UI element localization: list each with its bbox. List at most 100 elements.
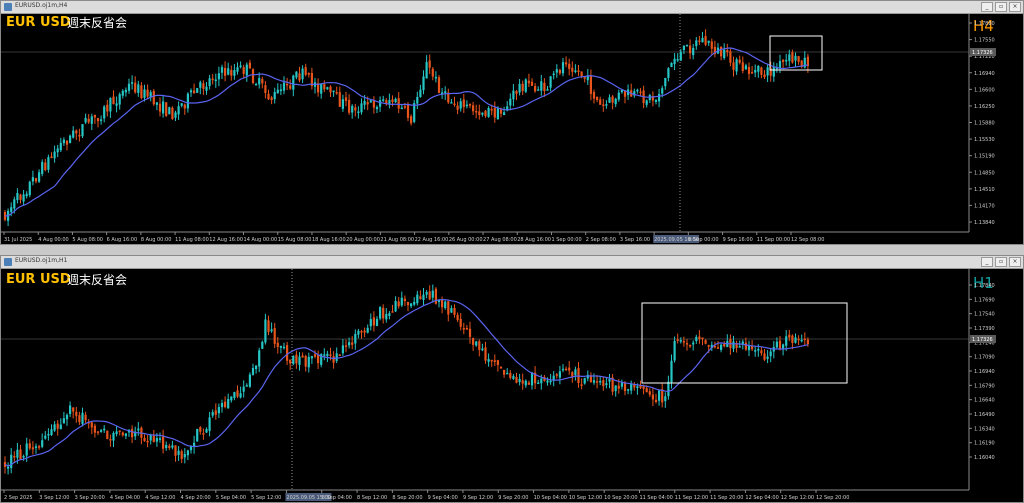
candle-body xyxy=(264,85,267,93)
candle-body xyxy=(645,388,648,393)
candle-body xyxy=(140,85,143,99)
time-tick-label: 11 Aug 08:00 xyxy=(175,237,209,243)
candle-body xyxy=(521,83,524,92)
candle-body xyxy=(372,100,375,108)
candle-body xyxy=(273,328,276,344)
close-button[interactable]: × xyxy=(1009,257,1021,267)
price-tick-label: 1.16940 xyxy=(974,369,995,375)
candle-body xyxy=(416,294,419,304)
candle-body xyxy=(208,78,211,87)
candle-body xyxy=(124,433,127,436)
candle-body xyxy=(462,99,465,108)
candle-body xyxy=(726,50,729,53)
candle-body xyxy=(295,71,298,78)
window-titlebar[interactable]: EURUSD.oj1m,H1 _ ▫ × xyxy=(1,256,1023,269)
price-axis[interactable]: 1.178401.176901.175401.173901.172401.170… xyxy=(969,283,996,461)
candle-body xyxy=(65,414,69,420)
candle-body xyxy=(496,360,499,365)
minimize-button[interactable]: _ xyxy=(981,257,993,267)
candle-body xyxy=(627,389,630,391)
candle-body xyxy=(363,100,366,105)
time-axis[interactable]: 2 Sep 2025 3 Sep 12:00 3 Sep 20:00 4 Sep 04… xyxy=(3,490,849,501)
candle-body xyxy=(177,106,180,115)
candle-body xyxy=(763,353,766,360)
candle-body xyxy=(574,369,577,376)
candle-body xyxy=(25,443,28,456)
candle-body xyxy=(329,86,332,93)
candle-body xyxy=(410,116,413,124)
candle-body xyxy=(484,110,487,117)
price-chart-h4[interactable]: EUR USD 週末反省会 H4 1.178801.175501.172201.… xyxy=(1,14,1023,244)
candle-body xyxy=(670,62,673,67)
candle-body xyxy=(348,342,351,346)
candle-body xyxy=(664,77,667,87)
time-tick-label: 8 Sep 20:00 xyxy=(392,495,422,501)
candle-body xyxy=(444,91,447,94)
candle-body xyxy=(211,78,214,81)
candle-body xyxy=(422,294,425,300)
price-tick-label: 1.17840 xyxy=(974,283,995,289)
candle-body xyxy=(633,384,636,388)
candle-body xyxy=(720,46,723,57)
candle-body xyxy=(298,356,301,365)
candle-body xyxy=(561,62,565,74)
candle-body xyxy=(307,356,310,368)
candle-body xyxy=(524,380,527,386)
candle-body xyxy=(165,102,168,116)
candle-body xyxy=(689,344,692,347)
candle-body xyxy=(741,62,744,71)
candle-body xyxy=(366,102,369,105)
candle-body xyxy=(763,74,766,78)
candle-body xyxy=(96,431,100,433)
time-tick-label: 9 Sep 12:00 xyxy=(463,495,493,501)
restore-button[interactable]: ▫ xyxy=(995,257,1007,267)
candle-body xyxy=(289,85,292,89)
window-titlebar[interactable]: EURUSD.oj1m,H4 _ ▫ × xyxy=(1,1,1023,14)
candle-body xyxy=(738,346,741,348)
candle-body xyxy=(233,70,236,76)
candle-body xyxy=(174,445,177,456)
candle-body xyxy=(75,130,78,134)
selection-rectangle[interactable] xyxy=(641,302,848,384)
time-tick-label: 9 Sep 04:00 xyxy=(428,495,458,501)
price-tick-label: 1.16490 xyxy=(974,412,995,418)
candle-body xyxy=(100,430,103,432)
candle-body xyxy=(282,82,286,91)
price-chart-h1[interactable]: EUR USD 週末反省会 H1 1.178401.176901.175401.… xyxy=(1,269,1023,502)
minimize-button[interactable]: _ xyxy=(981,2,993,12)
candle-body xyxy=(112,96,115,105)
candle-body xyxy=(785,336,788,346)
candle-body xyxy=(419,296,422,300)
candle-body xyxy=(292,75,295,90)
candle-body xyxy=(546,89,549,91)
candle-body xyxy=(103,106,106,119)
candle-body xyxy=(540,378,543,384)
candle-body xyxy=(236,390,239,397)
chart-window-h4[interactable]: EURUSD.oj1m,H4 _ ▫ × EUR USD 週末反省会 H4 1.… xyxy=(0,0,1024,245)
candle-body xyxy=(50,429,53,436)
chart-window-h1[interactable]: EURUSD.oj1m,H1 _ ▫ × EUR USD 週末反省会 H1 1.… xyxy=(0,255,1024,503)
time-tick-label: 2 Sep 2025 xyxy=(4,495,33,501)
price-tick-label: 1.17390 xyxy=(974,326,995,332)
time-tick-label: 12 Sep 04:00 xyxy=(745,495,778,501)
candle-body xyxy=(766,356,769,359)
candle-body xyxy=(267,93,270,100)
candle-body xyxy=(676,339,679,341)
candle-body xyxy=(137,84,140,93)
candle-body xyxy=(31,447,34,450)
price-axis[interactable]: 1.178801.175501.172201.169401.166001.162… xyxy=(969,21,996,226)
candle-body xyxy=(62,139,65,144)
candle-body xyxy=(478,111,481,116)
candle-body xyxy=(537,382,540,385)
candle-body xyxy=(723,49,726,59)
candle-body xyxy=(623,382,627,392)
close-button[interactable]: × xyxy=(1009,2,1021,12)
time-tick-label: 28 Aug 16:00 xyxy=(517,237,551,243)
restore-button[interactable]: ▫ xyxy=(995,2,1007,12)
candle-body xyxy=(685,44,689,47)
candle-body xyxy=(199,82,202,88)
candle-body xyxy=(577,70,580,72)
time-axis[interactable]: 31 Jul 2025 4 Aug 00:00 5 Aug 08:00 6 Aug 1… xyxy=(3,232,824,243)
candle-body xyxy=(81,124,84,137)
candle-body xyxy=(391,311,394,313)
